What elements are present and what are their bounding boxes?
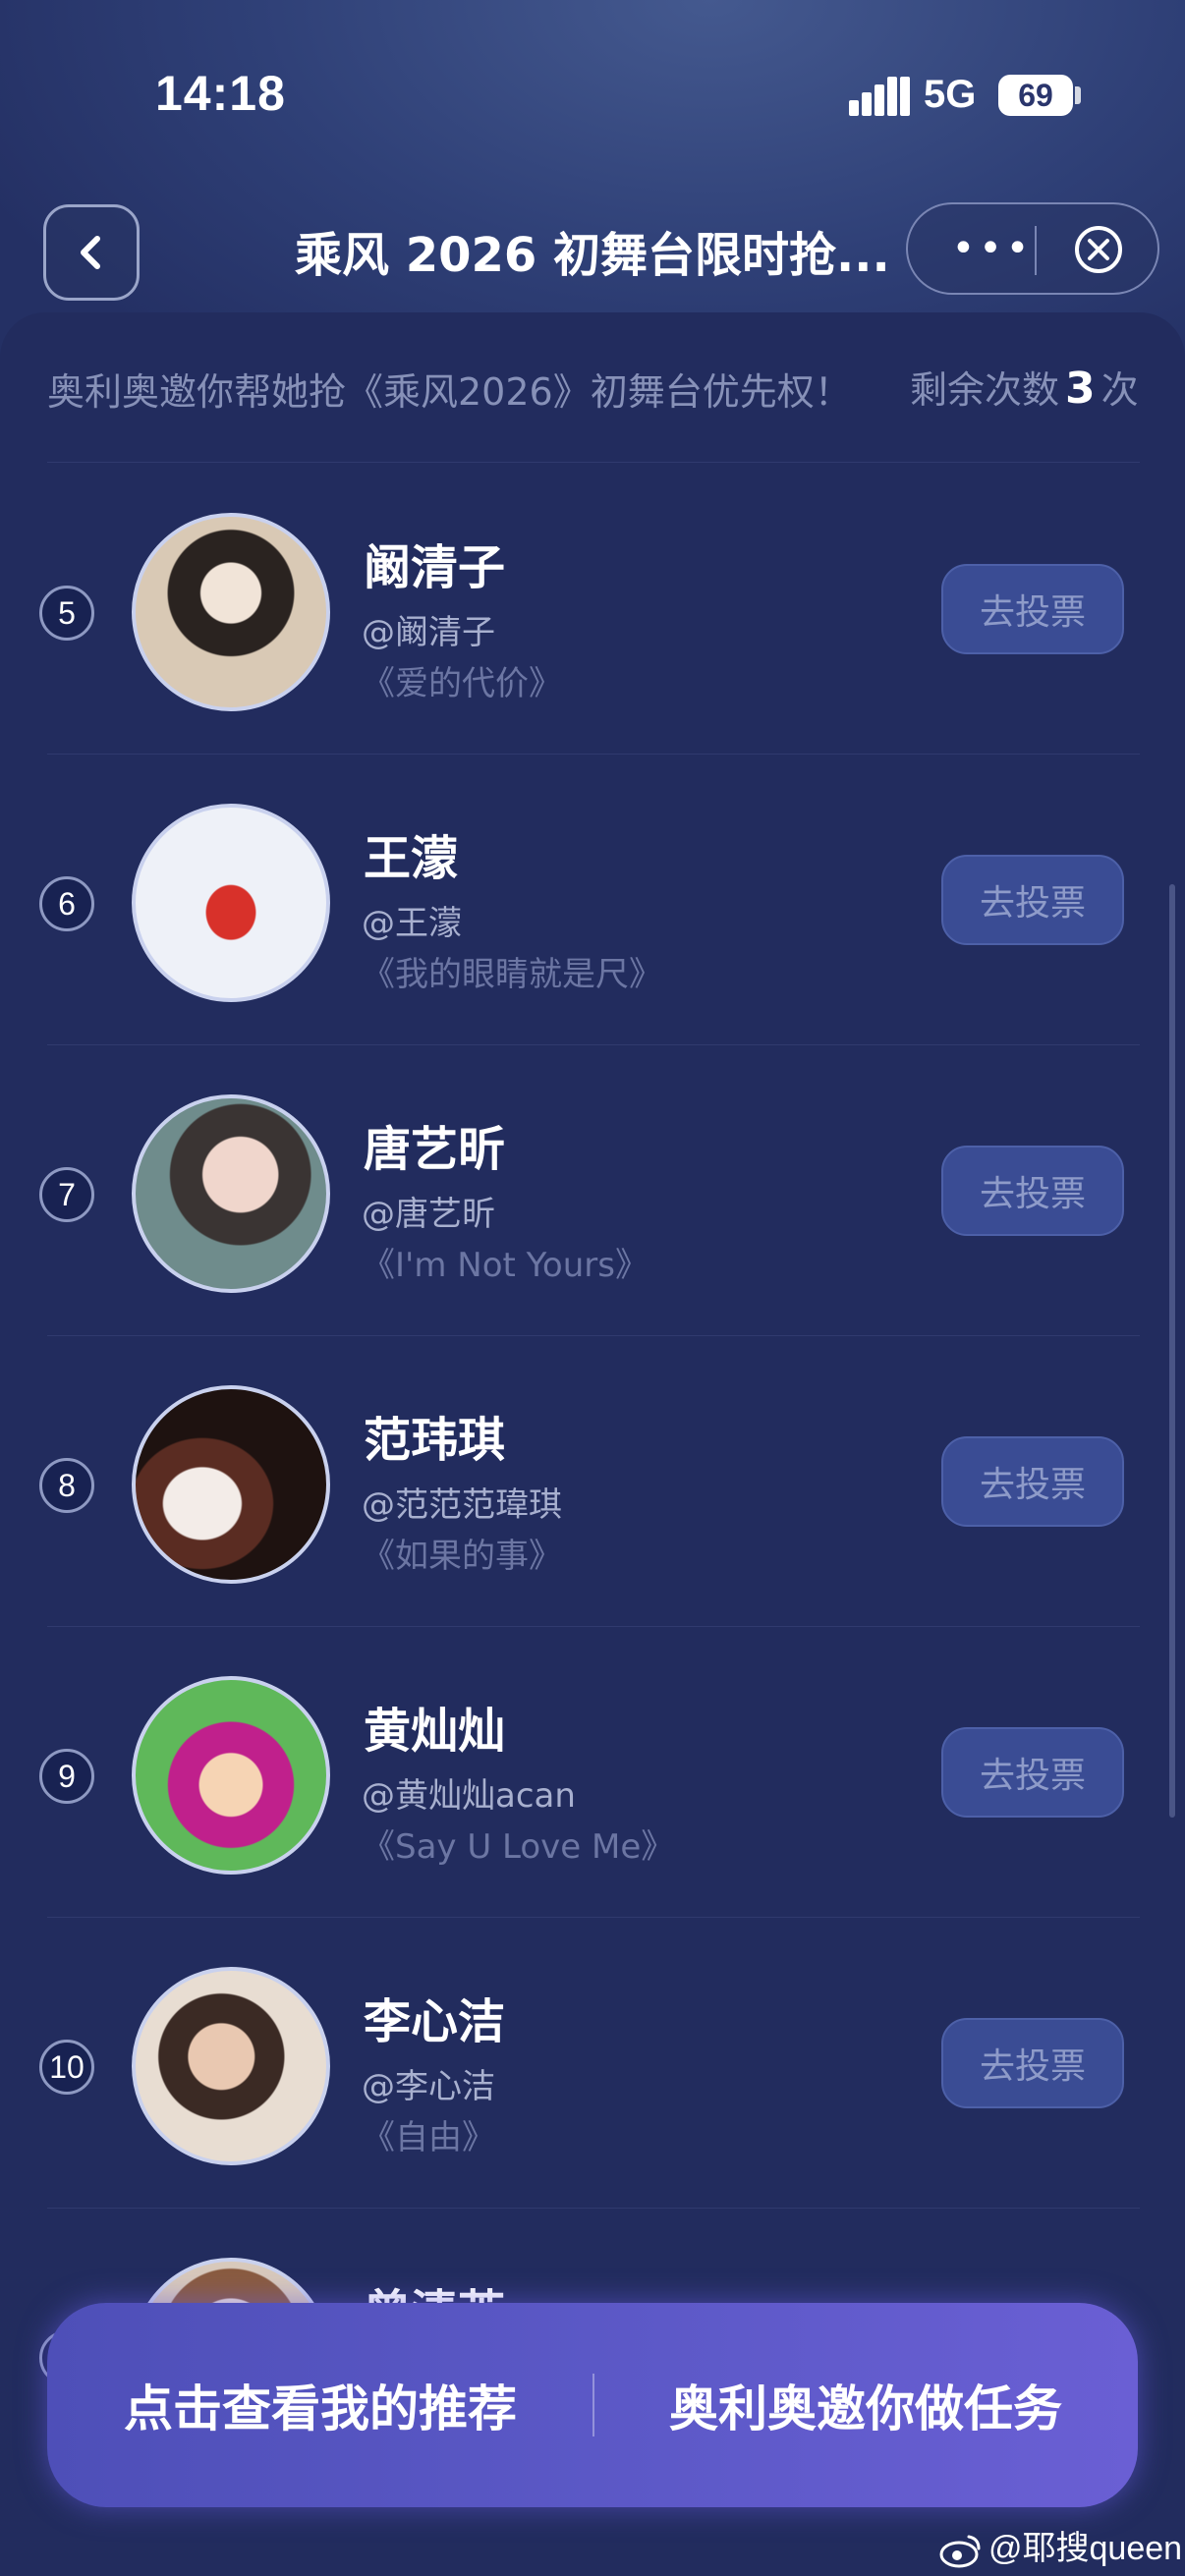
vote-button[interactable]: 去投票 <box>941 564 1124 654</box>
rank-badge: 10 <box>39 2040 94 2095</box>
battery-icon: 69 <box>998 75 1073 116</box>
battery-level: 69 <box>1018 77 1053 113</box>
close-icon[interactable] <box>1071 222 1126 277</box>
candidate-name: 阚清子 <box>364 540 506 595</box>
more-button[interactable]: ••• <box>943 204 1042 293</box>
vote-button[interactable]: 去投票 <box>941 1727 1124 1818</box>
chevron-left-icon <box>81 236 100 269</box>
candidate-name: 李心洁 <box>364 1994 506 2049</box>
weibo-icon <box>939 2535 981 2568</box>
page-title: 乘风 2026 初舞台限时抢... <box>295 228 890 283</box>
vote-button[interactable]: 去投票 <box>941 1146 1124 1236</box>
candidate-name: 黄灿灿 <box>364 1704 506 1759</box>
candidate-name: 唐艺昕 <box>364 1122 506 1177</box>
rank-badge: 9 <box>39 1749 94 1804</box>
candidate-handle[interactable]: @阚清子 <box>362 605 495 653</box>
avatar <box>132 804 330 1002</box>
back-button[interactable] <box>43 204 140 301</box>
network-label: 5G <box>924 73 977 116</box>
vote-button[interactable]: 去投票 <box>941 1436 1124 1527</box>
remaining-label: 剩余次数 <box>910 368 1060 412</box>
list-item: 7 唐艺昕 @唐艺昕 《I'm Not Yours》 去投票 <box>0 1045 1185 1336</box>
candidate-handle[interactable]: @王濛 <box>362 896 462 944</box>
candidate-handle[interactable]: @黄灿灿acan <box>362 1768 576 1817</box>
bottom-action-bar: 点击查看我的推荐 奥利奥邀你做任务 <box>47 2303 1138 2507</box>
candidate-handle[interactable]: @唐艺昕 <box>362 1187 495 1235</box>
list-item: 5 阚清子 @阚清子 《爱的代价》 去投票 <box>0 464 1185 755</box>
vote-button[interactable]: 去投票 <box>941 855 1124 945</box>
watermark: @耶搜queen <box>939 2521 1182 2569</box>
candidate-handle[interactable]: @范范范瑋琪 <box>362 1478 562 1526</box>
candidate-name: 王濛 <box>364 831 459 886</box>
watermark-text: @耶搜queen <box>988 2530 1183 2567</box>
scrollbar[interactable] <box>1169 884 1175 1818</box>
divider <box>47 462 1140 463</box>
candidate-song: 《我的眼睛就是尺》 <box>362 955 662 994</box>
rank-badge: 5 <box>39 586 94 641</box>
invite-notice: 奥利奥邀你帮她抢《乘风2026》初舞台优先权！ <box>47 370 852 414</box>
task-button[interactable]: 奥利奥邀你做任务 <box>593 2303 1138 2507</box>
candidate-song: 《如果的事》 <box>362 1537 562 1576</box>
rank-badge: 8 <box>39 1458 94 1513</box>
status-bar: 14:18 5G 69 <box>0 0 1185 187</box>
signal-icon <box>849 77 910 116</box>
candidate-song: 《Say U Love Me》 <box>362 1827 675 1867</box>
avatar <box>132 1967 330 2165</box>
candidate-song: 《自由》 <box>362 2118 495 2157</box>
list-item: 9 黄灿灿 @黄灿灿acan 《Say U Love Me》 去投票 <box>0 1627 1185 1918</box>
candidate-handle[interactable]: @李心洁 <box>362 2059 495 2107</box>
rank-badge: 7 <box>39 1167 94 1222</box>
remaining-unit: 次 <box>1100 368 1139 412</box>
candidate-name: 范玮琪 <box>364 1413 506 1468</box>
my-recommendation-button[interactable]: 点击查看我的推荐 <box>47 2303 593 2507</box>
rank-badge: 6 <box>39 876 94 931</box>
candidate-song: 《I'm Not Yours》 <box>362 1246 649 1285</box>
avatar <box>132 1094 330 1293</box>
battery-tip <box>1075 86 1081 104</box>
vote-button[interactable]: 去投票 <box>941 2018 1124 2108</box>
remaining-votes: 剩余次数 3 次 <box>910 360 1139 414</box>
avatar <box>132 1676 330 1875</box>
list-item: 8 范玮琪 @范范范瑋琪 《如果的事》 去投票 <box>0 1336 1185 1627</box>
mini-program-capsule: ••• <box>906 202 1159 295</box>
avatar <box>132 513 330 711</box>
candidate-song: 《爱的代价》 <box>362 664 562 703</box>
status-time: 14:18 <box>155 66 286 121</box>
remaining-count: 3 <box>1065 364 1096 414</box>
list-item: 10 李心洁 @李心洁 《自由》 去投票 <box>0 1918 1185 2209</box>
capsule-divider <box>1035 226 1037 275</box>
avatar <box>132 1385 330 1584</box>
list-item: 6 王濛 @王濛 《我的眼睛就是尺》 去投票 <box>0 755 1185 1045</box>
